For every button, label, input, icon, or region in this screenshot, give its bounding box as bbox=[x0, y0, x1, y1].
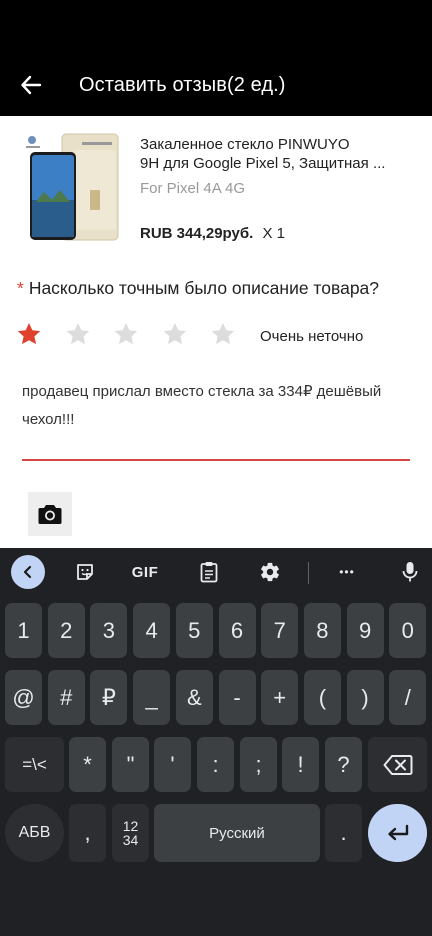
gear-icon bbox=[261, 562, 279, 582]
collapse-toolbar-button[interactable] bbox=[11, 555, 45, 589]
settings-button[interactable] bbox=[255, 556, 285, 588]
product-variant: For Pixel 4A 4G bbox=[140, 180, 246, 197]
key-symbol-row3-6[interactable]: ! bbox=[282, 737, 319, 792]
space-key[interactable]: Русский bbox=[154, 804, 320, 862]
review-form: Закаленное стекло PINWUYO 9H для Google … bbox=[0, 116, 432, 548]
key-symbol-row3-3[interactable]: ' bbox=[154, 737, 191, 792]
key-symbol-row3-7[interactable]: ? bbox=[325, 737, 362, 792]
key-symbol-5[interactable]: - bbox=[218, 670, 256, 725]
backspace-key[interactable] bbox=[368, 737, 427, 792]
product-image bbox=[22, 130, 122, 242]
key-6[interactable]: 6 bbox=[218, 603, 256, 658]
star-empty-icon[interactable] bbox=[162, 321, 188, 347]
sticker-icon bbox=[77, 564, 93, 580]
clipboard-icon bbox=[200, 562, 218, 583]
key-8[interactable]: 8 bbox=[303, 603, 341, 658]
symbols-page-key[interactable]: =\< bbox=[5, 737, 64, 792]
top-app-bar: Оставить отзыв(2 ед.) bbox=[0, 0, 432, 116]
keyboard-toolbar: GIF ••• bbox=[0, 548, 432, 596]
numpad-label-bottom: 34 bbox=[122, 832, 139, 848]
rating-label: Очень неточно bbox=[260, 328, 364, 345]
product-title-line1: Закаленное стекло PINWUYO bbox=[140, 136, 350, 153]
chevron-left-icon bbox=[23, 565, 32, 579]
key-4[interactable]: 4 bbox=[133, 603, 171, 658]
required-mark: * bbox=[17, 278, 24, 298]
review-input[interactable]: продавец прислал вместо стекла за 334₽ д… bbox=[22, 378, 414, 434]
key-symbol-row3-4[interactable]: : bbox=[197, 737, 234, 792]
alphabet-key[interactable]: АБВ bbox=[5, 804, 64, 862]
key-2[interactable]: 2 bbox=[47, 603, 85, 658]
product-title: Закаленное стекло PINWUYO 9H для Google … bbox=[140, 135, 402, 173]
key-symbol-6[interactable]: + bbox=[261, 670, 299, 725]
star-empty-icon[interactable] bbox=[65, 321, 91, 347]
key-symbol-0[interactable]: @ bbox=[5, 670, 42, 725]
key-3[interactable]: 3 bbox=[90, 603, 128, 658]
voice-input-button[interactable] bbox=[395, 556, 425, 588]
product-quantity: X 1 bbox=[262, 225, 285, 242]
key-symbol-4[interactable]: & bbox=[175, 670, 213, 725]
star-filled-icon[interactable] bbox=[16, 321, 42, 347]
toolbar-divider bbox=[308, 562, 309, 584]
key-symbol-row3-2[interactable]: " bbox=[112, 737, 149, 792]
gif-button[interactable]: GIF bbox=[128, 556, 162, 588]
arrow-left-icon bbox=[21, 75, 42, 95]
key-symbol-7[interactable]: ( bbox=[303, 670, 341, 725]
star-empty-icon[interactable] bbox=[113, 321, 139, 347]
key-symbol-3[interactable]: _ bbox=[133, 670, 171, 725]
enter-key[interactable] bbox=[368, 804, 427, 862]
review-input-underline bbox=[22, 459, 410, 461]
key-symbol-8[interactable]: ) bbox=[346, 670, 384, 725]
product-title-line2: 9H для Google Pixel 5, Защитная ... bbox=[140, 155, 386, 172]
key-0[interactable]: 0 bbox=[389, 603, 427, 658]
key-1[interactable]: 1 bbox=[5, 603, 42, 658]
numpad-key[interactable]: 12 34 bbox=[112, 804, 149, 862]
clipboard-button[interactable] bbox=[194, 556, 224, 588]
back-button[interactable] bbox=[14, 68, 48, 102]
more-options-button[interactable]: ••• bbox=[332, 556, 362, 588]
star-rating bbox=[16, 321, 259, 347]
backspace-icon bbox=[383, 754, 412, 775]
key-symbol-9[interactable]: / bbox=[389, 670, 427, 725]
numpad-label-top: 12 bbox=[122, 818, 139, 834]
camera-icon bbox=[38, 505, 62, 524]
price-row: RUB 344,29руб. X 1 bbox=[140, 225, 285, 242]
enter-icon bbox=[387, 824, 408, 841]
page-title: Оставить отзыв(2 ед.) bbox=[79, 74, 286, 96]
key-9[interactable]: 9 bbox=[346, 603, 384, 658]
key-symbol-1[interactable]: # bbox=[47, 670, 85, 725]
key-7[interactable]: 7 bbox=[261, 603, 299, 658]
sticker-button[interactable] bbox=[70, 556, 100, 588]
key-5[interactable]: 5 bbox=[175, 603, 213, 658]
rating-question: * Насколько точным было описание товара? bbox=[17, 278, 379, 299]
comma-key[interactable]: , bbox=[69, 804, 106, 862]
star-empty-icon[interactable] bbox=[210, 321, 236, 347]
key-symbol-row3-5[interactable]: ; bbox=[240, 737, 277, 792]
product-price: RUB 344,29руб. bbox=[140, 225, 254, 242]
screen: Оставить отзыв(2 ед.) Закаленное стекло … bbox=[0, 0, 432, 936]
key-symbol-2[interactable]: ₽ bbox=[90, 670, 128, 725]
period-key[interactable]: . bbox=[325, 804, 362, 862]
keyboard: GIF ••• 1 2 3 4 5 6 7 8 9 0 @ # ₽ _ & - … bbox=[0, 548, 432, 936]
microphone-icon bbox=[402, 562, 418, 582]
rating-question-text: Насколько точным было описание товара? bbox=[28, 278, 380, 298]
add-photo-button[interactable] bbox=[28, 492, 72, 536]
key-symbol-row3-1[interactable]: * bbox=[69, 737, 106, 792]
